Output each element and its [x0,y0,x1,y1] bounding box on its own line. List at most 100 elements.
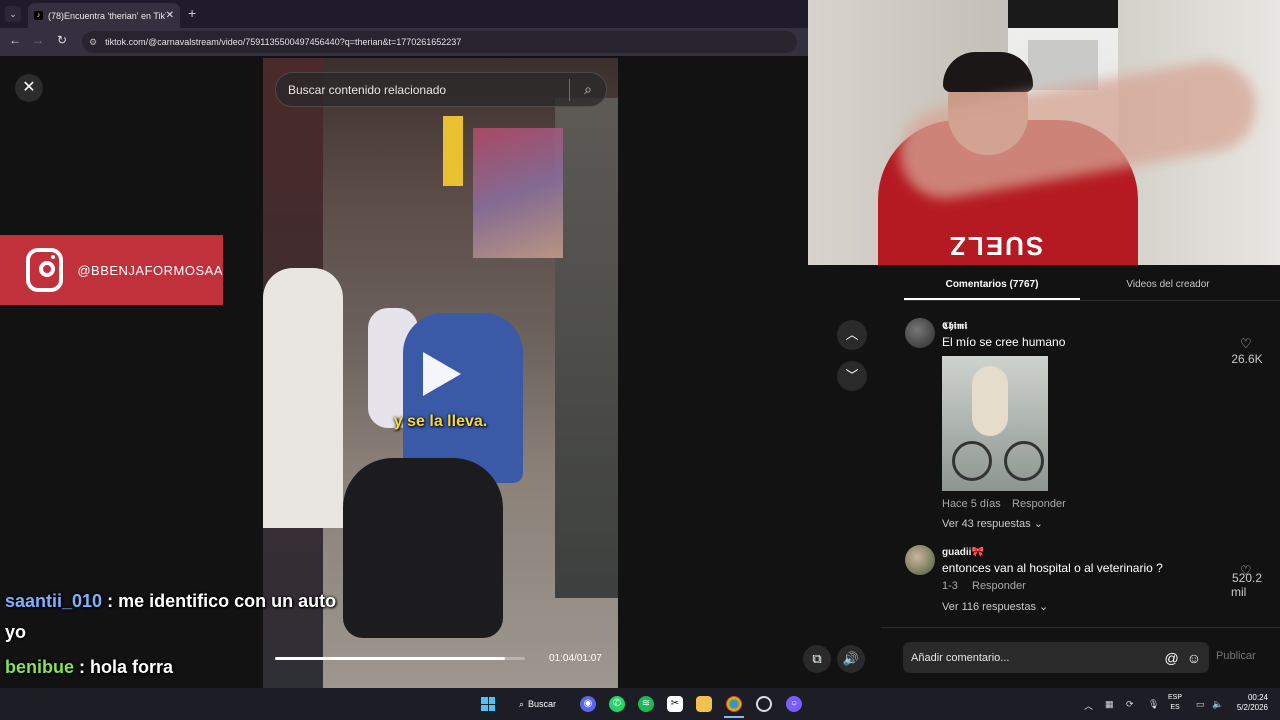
chrome-icon[interactable] [726,696,742,712]
close-icon[interactable]: ✕ [15,74,43,102]
keyboard-layout: ES [1170,704,1180,711]
view-replies-button[interactable]: Ver 43 respuestas ⌄ [942,517,1043,530]
like-count: 26.6K [1231,352,1263,366]
file-explorer-icon[interactable] [696,696,712,712]
browser-tab[interactable]: ♪ (78)Encuentra 'therian' en TikT ✕ [28,3,180,28]
view-replies-label: Ver 43 respuestas [942,518,1031,530]
tray-app-icon[interactable]: ▦ [1105,699,1114,710]
spotify-icon[interactable]: ≋ [638,696,654,712]
comment-text: entonces van al hospital o al veterinari… [942,561,1163,575]
search-icon[interactable]: ⌕ [570,81,606,98]
taskbar-search-label: Buscar [528,699,557,709]
comment-time: 1-3 [942,580,958,592]
url-text: tiktok.com/@carnavalstream/video/7591135… [105,37,462,47]
new-tab-button[interactable]: + [188,5,196,21]
video-scene [343,458,503,638]
language-code: ESP [1168,694,1183,701]
video-scene [473,128,563,258]
reply-button[interactable]: Responder [1012,498,1066,510]
emoji-icon[interactable]: ☺ [1187,650,1201,666]
chat-text: me identifico con un auto [118,591,337,611]
whatsapp-icon[interactable]: ✆ [609,696,625,712]
view-replies-button[interactable]: Ver 116 respuestas ⌄ [942,600,1048,613]
instagram-icon [26,248,64,292]
video-scene [443,116,463,186]
publish-button[interactable]: Publicar [1216,650,1256,662]
reload-icon[interactable]: ↻ [53,33,71,47]
url-field[interactable]: ⚙ tiktok.com/@carnavalstream/video/75911… [82,31,797,53]
microphone-icon[interactable]: 🎙 [1148,699,1159,710]
tab-creator-videos[interactable]: Videos del creador [1080,279,1256,290]
webcam-feed: SUELZ [808,0,1280,265]
mention-icon[interactable]: @ [1164,650,1178,666]
back-icon[interactable]: ← [6,33,24,47]
like-count-unit: mil [1231,585,1247,599]
active-app-indicator [724,716,744,718]
comment-author[interactable]: 𝕮𝖍𝖎𝖒𝖎 [942,321,967,332]
chat-username: benibue [5,657,75,677]
tabs-divider [904,300,1280,301]
chat-text: hola forra [90,657,174,677]
sync-icon[interactable]: ⟳ [1126,699,1134,710]
tray-overflow-icon[interactable]: ︿ [1084,699,1093,712]
instagram-handle: @BBENJAFORMOSAA [77,262,223,278]
comment-placeholder: Añadir comentario... [911,651,1010,664]
clock-date: 5/2/2026 [1236,703,1268,712]
previous-video-button[interactable]: ︿ [837,320,867,350]
view-replies-label: Ver 116 respuestas [942,601,1036,613]
video-progress-bar[interactable] [275,657,525,660]
volume-icon[interactable]: 🔊 [837,645,865,673]
chevron-down-icon: ⌄ [1039,601,1049,613]
video-time: 01:04/01:07 [549,653,602,664]
avatar[interactable] [905,318,935,348]
video-subtitle: y se la lleva. [393,413,488,430]
chat-message-continuation: yo [5,622,27,642]
capcut-icon[interactable]: ✂ [667,696,683,712]
comment-input[interactable]: Añadir comentario... @ ☺ [903,642,1209,673]
chevron-down-icon: ⌄ [1033,518,1043,530]
tab-title: (78)Encuentra 'therian' en TikT [48,10,166,21]
chat-message: saantii_010 : me identifico con un auto [5,591,336,612]
comment-image[interactable] [942,356,1048,491]
taskbar-search[interactable]: ⌕ Buscar [511,694,567,714]
comment-author[interactable]: guadii🎀 [942,547,984,558]
comment-image-content [1004,441,1044,481]
jersey-text: SUELZ [948,231,1044,261]
webcam-scene [943,52,1033,92]
site-info-icon[interactable]: ⚙ [89,37,97,48]
instagram-banner: @BBENJAFORMOSAA [0,235,223,305]
comment-text: El mío se cree humano [942,335,1066,349]
chat-username: saantii_010 [5,591,103,611]
clock[interactable]: 00:24 5/2/2026 [1232,693,1268,713]
speaker-icon[interactable]: 🔈 [1212,699,1223,710]
reply-button[interactable]: Responder [972,580,1026,592]
related-search-input[interactable]: Buscar contenido relacionado ⌕ [275,72,607,107]
display-icon[interactable]: ▭ [1196,699,1205,710]
forward-icon[interactable]: → [29,33,47,47]
like-count: 520.2 mil [1226,571,1268,599]
comment-time: Hace 5 días [942,498,1001,510]
video-scene [555,98,618,598]
heart-icon[interactable]: ♡ [1240,336,1252,352]
discord-icon[interactable]: ◉ [580,696,596,712]
tab-search-button[interactable]: ⌄ [5,6,21,22]
clock-time: 00:24 [1247,693,1268,702]
windows-start-icon[interactable] [481,697,495,711]
app-icon[interactable]: ○ [786,696,802,712]
chat-message: benibue : hola forra [5,657,173,678]
tab-comments[interactable]: Comentarios (7767) [904,279,1080,290]
like-count-value: 520.2 [1231,571,1263,585]
comment-image-content [952,441,992,481]
tiktok-icon: ♪ [34,11,43,20]
progress-fill [275,657,505,660]
language-indicator[interactable]: ESP ES [1168,693,1182,713]
obs-icon[interactable] [756,696,772,712]
panel-divider [881,627,1280,628]
search-placeholder: Buscar contenido relacionado [288,82,447,97]
comment-image-content [972,366,1008,436]
play-icon[interactable] [423,352,461,396]
avatar[interactable] [905,545,935,575]
next-video-button[interactable]: ﹀ [837,361,867,391]
mini-player-icon[interactable]: ⧉ [803,645,831,673]
close-tab-icon[interactable]: ✕ [166,10,174,21]
